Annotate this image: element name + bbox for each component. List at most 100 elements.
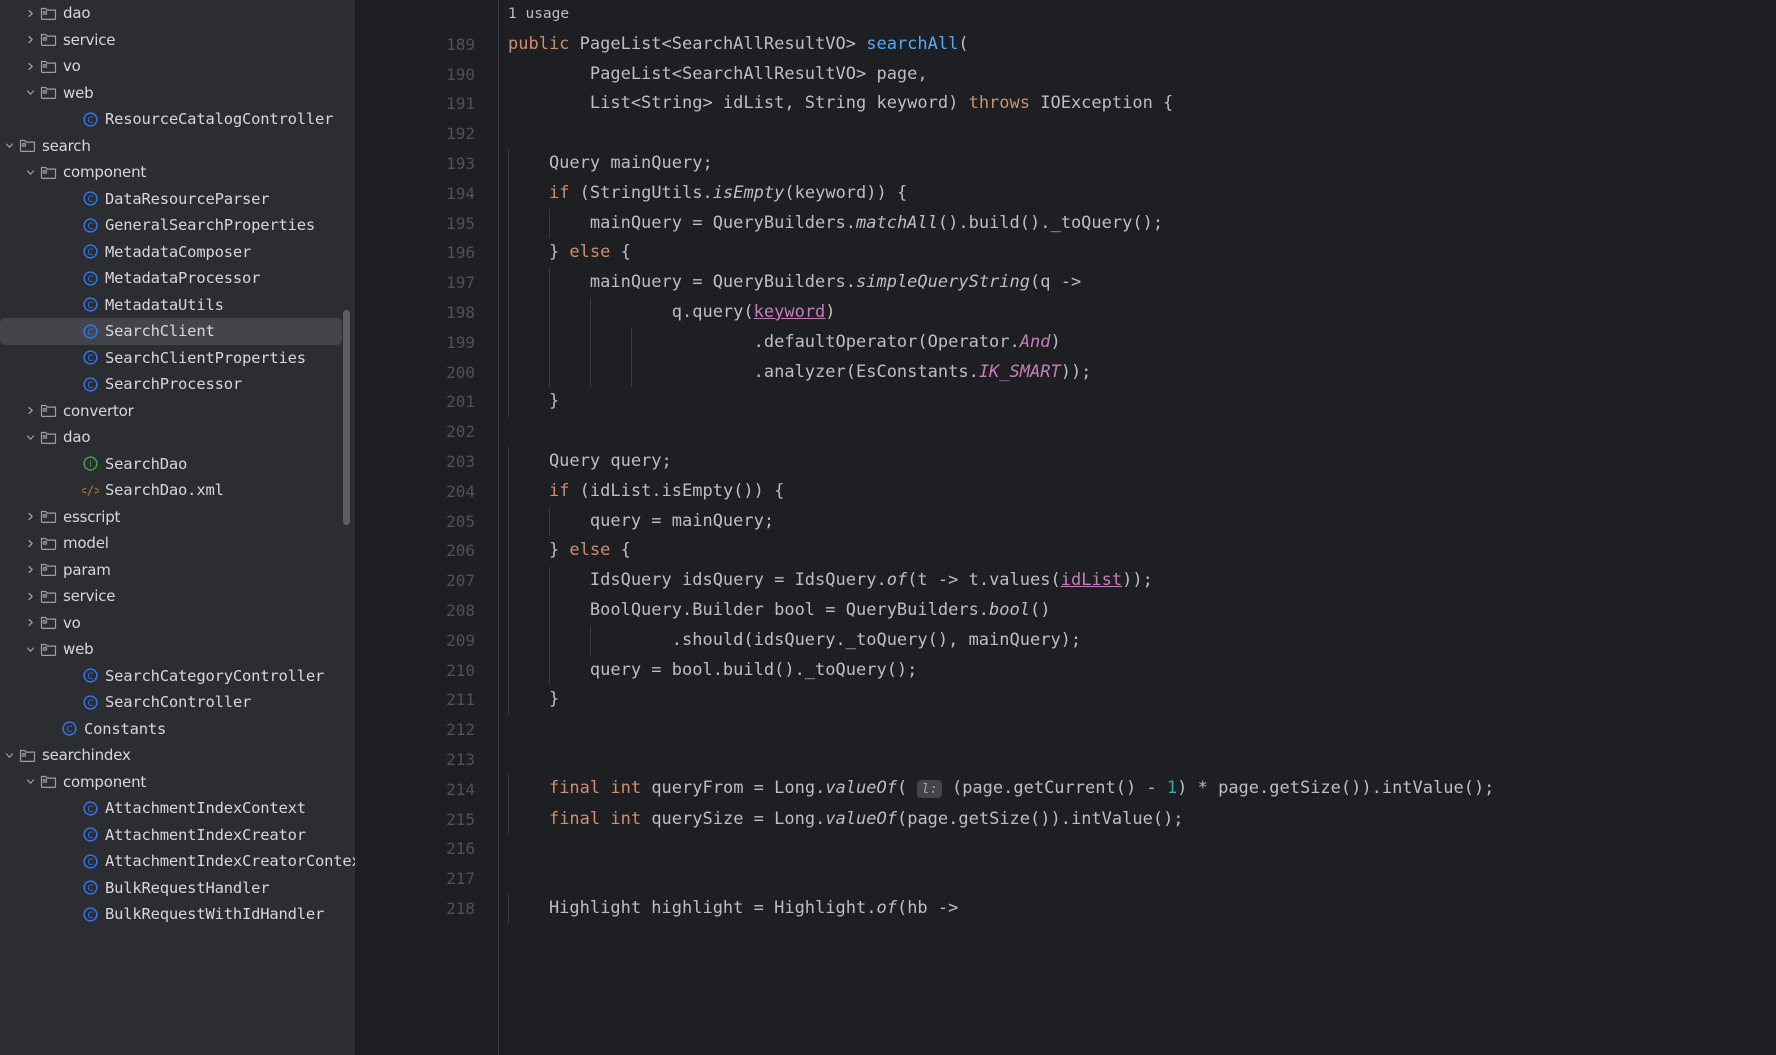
tree-item-bulkrequesthandler[interactable]: C BulkRequestHandler bbox=[0, 875, 355, 902]
tree-item-searchprocessor[interactable]: C SearchProcessor bbox=[0, 371, 355, 398]
chevron-down-icon[interactable] bbox=[2, 140, 17, 151]
chevron-right-icon[interactable] bbox=[23, 34, 38, 45]
tree-item-attachmentindexcreatorcontext[interactable]: C AttachmentIndexCreatorContext bbox=[0, 848, 355, 875]
code-line[interactable]: 218 Highlight highlight = Highlight.of(h… bbox=[355, 893, 1776, 924]
code-content[interactable]: 1 usage 189 public PageList<SearchAllResul… bbox=[355, 0, 1776, 924]
code-token: (keyword)) { bbox=[784, 182, 908, 203]
chevron-right-icon[interactable] bbox=[23, 538, 38, 549]
code-usage-hint-line[interactable]: 1 usage bbox=[355, 0, 1776, 30]
tree-item-metadatacomposer[interactable]: C MetadataComposer bbox=[0, 239, 355, 266]
tree-item-resourcecatalogcontroller[interactable]: C ResourceCatalogController bbox=[0, 106, 355, 133]
project-tree[interactable]: dao service vo web C ResourceCatalogControlle… bbox=[0, 0, 355, 928]
tree-item-vo[interactable]: vo bbox=[0, 610, 355, 637]
chevron-down-icon[interactable] bbox=[23, 776, 38, 787]
code-line[interactable]: 189 public PageList<SearchAllResultVO> se… bbox=[355, 30, 1776, 60]
project-tree-panel[interactable]: dao service vo web C ResourceCatalogControlle… bbox=[0, 0, 355, 1055]
code-line[interactable]: 204 if (idList.isEmpty()) { bbox=[355, 476, 1776, 507]
code-line[interactable]: 193 Query mainQuery; bbox=[355, 148, 1776, 179]
code-line[interactable]: 217 bbox=[355, 864, 1776, 894]
tree-item-searchdao[interactable]: I SearchDao bbox=[0, 451, 355, 478]
code-token: isEmpty bbox=[712, 182, 785, 203]
code-line[interactable]: 216 bbox=[355, 834, 1776, 864]
indent-guide bbox=[548, 357, 550, 388]
code-line[interactable]: 191 List<String> idList, String keyword)… bbox=[355, 89, 1776, 119]
code-line[interactable]: 212 bbox=[355, 715, 1776, 745]
tree-item-label: component bbox=[63, 772, 147, 791]
tree-item-web[interactable]: web bbox=[0, 80, 355, 107]
code-line[interactable]: 198 q.query(keyword) bbox=[355, 297, 1776, 328]
tree-item-esscript[interactable]: esscript bbox=[0, 504, 355, 531]
tree-item-searchdao-xml[interactable]: </> SearchDao.xml bbox=[0, 477, 355, 504]
chevron-right-icon[interactable] bbox=[23, 591, 38, 602]
tree-item-attachmentindexcreator[interactable]: C AttachmentIndexCreator bbox=[0, 822, 355, 849]
tree-item-constants[interactable]: C Constants bbox=[0, 716, 355, 743]
chevron-right-icon[interactable] bbox=[23, 405, 38, 416]
tree-item-searchclient[interactable]: C SearchClient bbox=[0, 318, 342, 345]
code-line[interactable]: 201 } bbox=[355, 387, 1776, 418]
tree-item-searchcategorycontroller[interactable]: C SearchCategoryController bbox=[0, 663, 355, 690]
chevron-down-icon[interactable] bbox=[23, 644, 38, 655]
chevron-right-icon[interactable] bbox=[23, 511, 38, 522]
code-line[interactable]: 205 query = mainQuery; bbox=[355, 506, 1776, 537]
tree-item-searchindex[interactable]: searchindex bbox=[0, 742, 355, 769]
code-line[interactable]: 190 PageList<SearchAllResultVO> page, bbox=[355, 60, 1776, 90]
code-line[interactable]: 215 final int querySize = Long.valueOf(p… bbox=[355, 804, 1776, 835]
tree-item-component[interactable]: component bbox=[0, 769, 355, 796]
code-token: ().build()._toQuery(); bbox=[937, 212, 1164, 233]
code-line[interactable]: 192 bbox=[355, 119, 1776, 149]
line-number: 190 bbox=[446, 64, 475, 84]
chevron-right-icon[interactable] bbox=[23, 564, 38, 575]
code-line[interactable]: 196 } else { bbox=[355, 238, 1776, 269]
tree-item-vo[interactable]: vo bbox=[0, 53, 355, 80]
code-line[interactable]: 214 final int queryFrom = Long.valueOf( … bbox=[355, 774, 1776, 805]
tree-item-metadataprocessor[interactable]: C MetadataProcessor bbox=[0, 265, 355, 292]
tree-item-searchclientproperties[interactable]: C SearchClientProperties bbox=[0, 345, 355, 372]
tree-item-dao[interactable]: dao bbox=[0, 0, 355, 27]
code-line[interactable]: 203 Query query; bbox=[355, 446, 1776, 477]
chevron-down-icon[interactable] bbox=[23, 87, 38, 98]
tree-item-searchcontroller[interactable]: C SearchController bbox=[0, 689, 355, 716]
chevron-down-icon[interactable] bbox=[23, 432, 38, 443]
tree-item-web[interactable]: web bbox=[0, 636, 355, 663]
code-token: ) bbox=[1050, 331, 1061, 352]
code-line[interactable]: 210 query = bool.build()._toQuery(); bbox=[355, 655, 1776, 686]
line-number: 198 bbox=[446, 302, 475, 322]
tree-item-label: SearchClient bbox=[105, 322, 215, 341]
code-line[interactable]: 197 mainQuery = QueryBuilders.simpleQuer… bbox=[355, 268, 1776, 298]
code-line[interactable]: 208 BoolQuery.Builder bool = QueryBuilde… bbox=[355, 595, 1776, 626]
code-editor[interactable]: 1 usage 189 public PageList<SearchAllResul… bbox=[355, 0, 1776, 1055]
chevron-right-icon[interactable] bbox=[23, 8, 38, 19]
chevron-right-icon[interactable] bbox=[23, 617, 38, 628]
chevron-down-icon[interactable] bbox=[23, 167, 38, 178]
code-line[interactable]: 202 bbox=[355, 417, 1776, 447]
sidebar-scrollbar-thumb[interactable] bbox=[343, 310, 350, 525]
tree-item-attachmentindexcontext[interactable]: C AttachmentIndexContext bbox=[0, 795, 355, 822]
code-line[interactable]: 211 } bbox=[355, 685, 1776, 716]
tree-item-dao[interactable]: dao bbox=[0, 424, 355, 451]
indent-guide bbox=[548, 595, 550, 626]
tree-item-component[interactable]: component bbox=[0, 159, 355, 186]
tree-item-convertor[interactable]: convertor bbox=[0, 398, 355, 425]
chevron-right-icon[interactable] bbox=[23, 61, 38, 72]
tree-item-service[interactable]: service bbox=[0, 583, 355, 610]
chevron-down-icon[interactable] bbox=[2, 750, 17, 761]
code-line[interactable]: 209 .should(idsQuery._toQuery(), mainQue… bbox=[355, 625, 1776, 656]
code-line[interactable]: 195 mainQuery = QueryBuilders.matchAll()… bbox=[355, 208, 1776, 239]
tree-item-dataresourceparser[interactable]: C DataResourceParser bbox=[0, 186, 355, 213]
tree-item-label: SearchCategoryController bbox=[105, 666, 325, 685]
code-token: { bbox=[610, 242, 631, 263]
indent-guide bbox=[508, 268, 509, 298]
code-line[interactable]: 207 IdsQuery idsQuery = IdsQuery.of(t ->… bbox=[355, 566, 1776, 596]
tree-item-search[interactable]: search bbox=[0, 133, 355, 160]
tree-item-service[interactable]: service bbox=[0, 27, 355, 54]
tree-item-bulkrequestwithidhandler[interactable]: C BulkRequestWithIdHandler bbox=[0, 901, 355, 928]
tree-item-metadatautils[interactable]: C MetadataUtils bbox=[0, 292, 355, 319]
tree-item-param[interactable]: param bbox=[0, 557, 355, 584]
code-line[interactable]: 200 .analyzer(EsConstants.IK_SMART)); bbox=[355, 357, 1776, 388]
code-line[interactable]: 194 if (StringUtils.isEmpty(keyword)) { bbox=[355, 178, 1776, 209]
tree-item-model[interactable]: model bbox=[0, 530, 355, 557]
code-line[interactable]: 199 .defaultOperator(Operator.And) bbox=[355, 327, 1776, 358]
code-line[interactable]: 206 } else { bbox=[355, 536, 1776, 567]
tree-item-generalsearchproperties[interactable]: C GeneralSearchProperties bbox=[0, 212, 355, 239]
code-line[interactable]: 213 bbox=[355, 745, 1776, 775]
